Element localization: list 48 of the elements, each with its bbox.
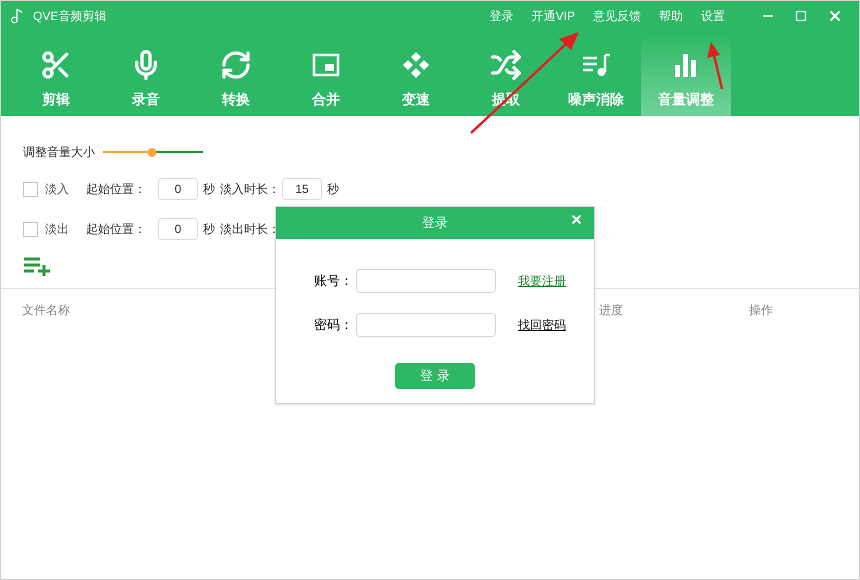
menu-item[interactable]: 帮助 xyxy=(659,7,683,25)
maximize-icon[interactable] xyxy=(795,10,807,22)
login-button[interactable]: 登 录 xyxy=(395,363,475,389)
column-header: 操作 xyxy=(749,302,773,319)
checkbox-label: 淡入 xyxy=(45,181,69,198)
field-label: 密码： xyxy=(314,316,354,334)
input-field[interactable] xyxy=(356,313,496,337)
volume-label: 调整音量大小 xyxy=(23,144,95,161)
field-label: 起始位置： xyxy=(86,181,146,198)
shuffle-icon xyxy=(490,49,522,81)
toolbar-tab[interactable]: 合并 xyxy=(281,36,371,116)
input-field[interactable]: 15 xyxy=(282,178,322,200)
unit-label: 秒 xyxy=(327,181,339,198)
close-icon[interactable] xyxy=(570,213,583,226)
toolbar-tab[interactable]: 音量调整 xyxy=(641,36,731,116)
dialog-title: 登录 xyxy=(422,214,448,232)
toolbar-tab[interactable]: 剪辑 xyxy=(11,36,101,116)
close-icon[interactable] xyxy=(827,8,843,24)
window-title: QVE音频剪辑 xyxy=(33,8,106,25)
menu-item[interactable]: 意见反馈 xyxy=(593,7,641,25)
refresh-icon xyxy=(220,49,252,81)
toolbar-tab[interactable]: 噪声消除 xyxy=(551,36,641,116)
field-label: 淡出时长： xyxy=(220,221,280,238)
column-header: 进度 xyxy=(599,302,624,319)
unit-label: 秒 xyxy=(203,181,215,198)
field-label: 起始位置： xyxy=(86,221,146,238)
field-label: 账号： xyxy=(314,272,354,290)
menu-item[interactable]: 设置 xyxy=(701,7,725,25)
checkbox-label: 淡出 xyxy=(45,221,69,238)
slider-thumb[interactable] xyxy=(148,148,156,156)
input-field[interactable] xyxy=(356,269,496,293)
input-field[interactable]: 0 xyxy=(158,218,198,240)
add-list-icon xyxy=(23,256,51,276)
checkbox[interactable] xyxy=(23,182,38,196)
menu-item[interactable]: 登录 xyxy=(490,7,514,25)
dialog-link[interactable]: 我要注册 xyxy=(518,272,566,290)
checkbox[interactable] xyxy=(23,222,38,236)
toolbar-tab[interactable]: 录音 xyxy=(101,36,191,116)
music-note-icon xyxy=(9,8,25,24)
unit-label: 秒 xyxy=(203,221,215,238)
input-field[interactable]: 0 xyxy=(158,178,198,200)
field-label: 淡入时长： xyxy=(220,181,280,198)
dialog-link[interactable]: 找回密码 xyxy=(518,316,566,334)
toolbar-tab[interactable]: 变速 xyxy=(371,36,461,116)
volume-slider[interactable] xyxy=(103,147,203,157)
column-header: 文件名称 xyxy=(22,302,71,319)
menu-item[interactable]: 开通VIP xyxy=(532,7,575,25)
toolbar-tab[interactable]: 转换 xyxy=(191,36,281,116)
